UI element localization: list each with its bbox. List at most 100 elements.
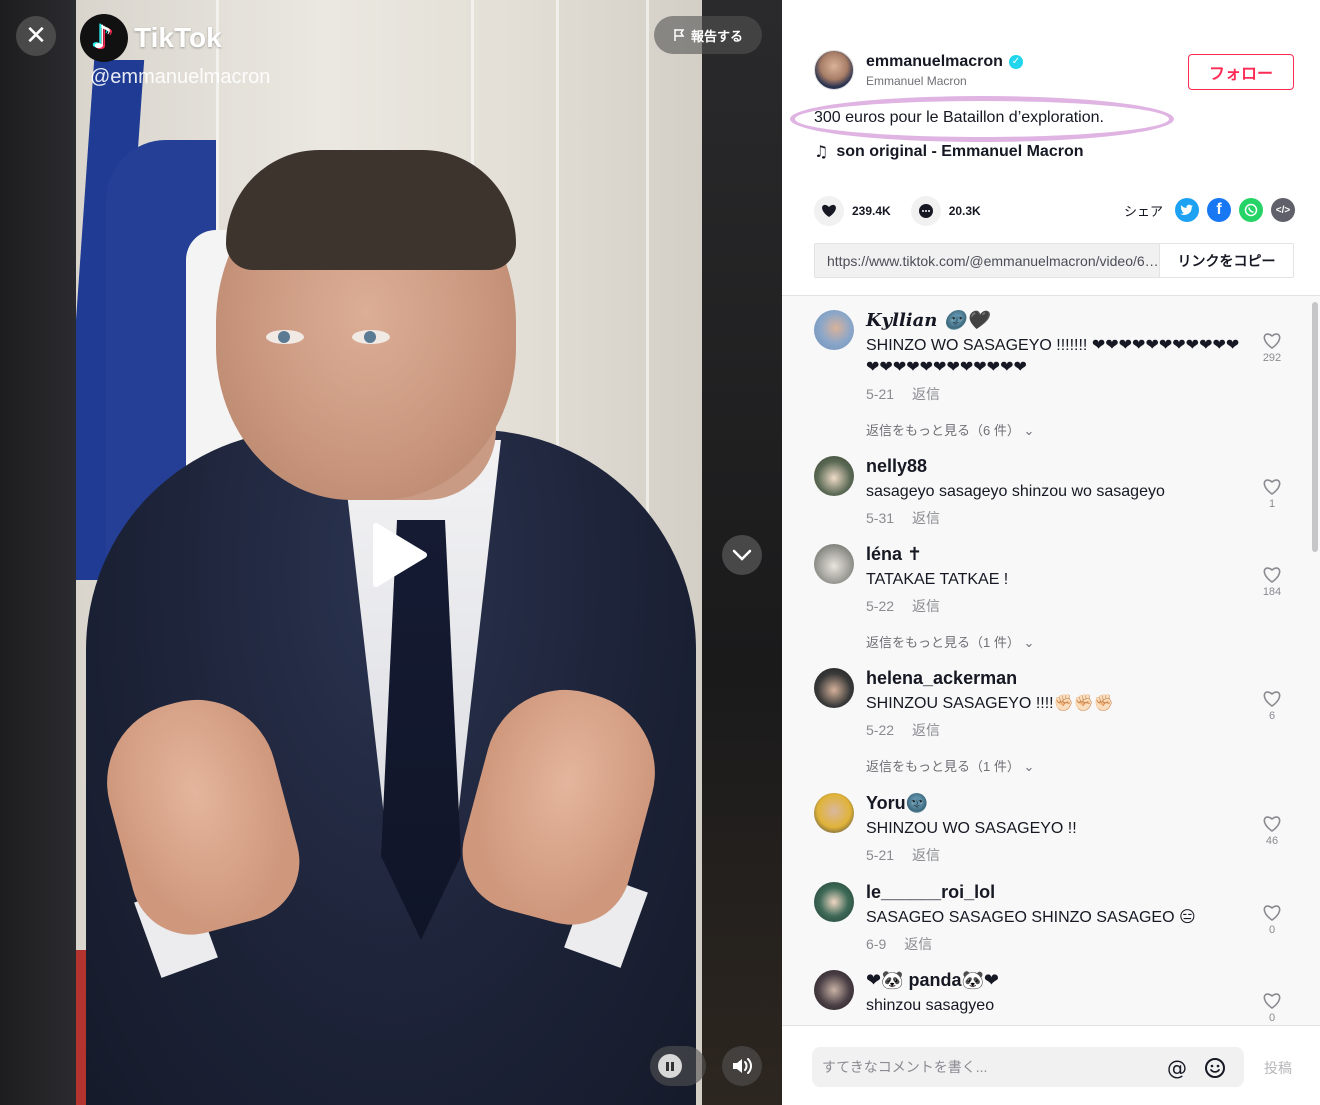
comment-button[interactable]: 20.3K [910,196,981,226]
pause-icon [658,1054,682,1078]
comment-item: Yoru🌚 SHINZOU WO SASAGEYO !! 5-21 返信 46 [814,793,1288,863]
comment-meta: 5-22 返信 [866,596,940,616]
heart-outline-icon [1263,567,1281,583]
avatar[interactable] [814,544,854,584]
view-more-replies[interactable]: 返信をもっと見る（1 件） ⌄ [866,632,1034,651]
reply-button[interactable]: 返信 [912,598,940,614]
mention-icon[interactable]: @ [1166,1056,1188,1080]
share-link-box: https://www.tiktok.com/@emmanuelmacron/v… [814,243,1294,278]
tiktok-logo-icon [80,14,128,62]
twitter-icon[interactable] [1175,198,1200,222]
report-label: 報告する [690,28,743,44]
facebook-icon[interactable]: f [1207,198,1232,222]
embed-icon[interactable]: </> [1271,198,1296,222]
view-more-replies[interactable]: 返信をもっと見る（1 件） ⌄ [866,756,1034,775]
comment-item: léna ✝ TATAKAE TATKAE ! 5-22 返信 184 返信をもっ… [814,544,1288,654]
comments-list[interactable]: 𝑲𝒚𝒍𝒍𝒊𝒂𝒏 🌚🖤 SHINZO WO SASAGEYO !!!!!!! ❤❤… [782,295,1320,1025]
emoji-icon[interactable] [1204,1057,1226,1079]
comment-like[interactable]: 292 [1260,332,1284,364]
comment-like-count: 1 [1268,498,1276,510]
comment-text: TATAKAE TATKAE ! [866,571,1009,588]
comment-meta: 5-21 返信 [866,845,940,865]
reply-button[interactable]: 返信 [912,847,940,863]
avatar[interactable] [814,882,854,922]
comment-like-count: 184 [1262,586,1282,598]
comment-text: sasageyo sasageyo shinzou wo sasageyo [866,483,1165,500]
author-username[interactable]: emmanuelmacron [866,53,1003,71]
comment-meta: 5-22 返信 [866,720,940,740]
share-label: シェア [1124,203,1164,219]
whatsapp-icon[interactable] [1239,198,1264,222]
comment-like[interactable]: 46 [1260,815,1284,847]
post-button[interactable]: 投稿 [1264,1058,1292,1078]
avatar[interactable] [814,310,854,350]
comment-like[interactable]: 6 [1260,690,1284,722]
reply-button[interactable]: 返信 [912,510,940,526]
tiktok-video-page: ✕ TikTok @emmanuelmacron 報告する [0,0,1320,1105]
comment-date: 5-22 [866,598,895,614]
comment-like[interactable]: 1 [1260,478,1284,510]
comment-author[interactable]: léna ✝ [866,544,922,565]
volume-button[interactable] [722,1046,762,1086]
verified-icon: ✓ [1008,54,1023,69]
comment-text: SHINZOU SASAGEYO !!!!✊🏻✊🏻✊🏻 [866,695,1114,712]
comment-item: helena_ackerman SHINZOU SASAGEYO !!!!✊🏻✊… [814,668,1288,778]
avatar[interactable] [814,793,854,833]
comment-text: SHINZO WO SASAGEYO !!!!!!! ❤❤❤❤❤❤❤❤❤❤❤❤❤… [866,337,1240,376]
comment-item: 𝑲𝒚𝒍𝒍𝒊𝒂𝒏 🌚🖤 SHINZO WO SASAGEYO !!!!!!! ❤❤… [814,310,1288,450]
avatar[interactable] [814,50,854,90]
avatar[interactable] [814,970,854,1010]
heart-outline-icon [1263,691,1281,707]
avatar[interactable] [814,456,854,496]
chevron-down-icon: ⌄ [1023,759,1035,774]
comment-like-count: 6 [1268,710,1276,722]
music-note-icon: ♫ [814,142,829,161]
reply-button[interactable]: 返信 [912,722,940,738]
reply-button[interactable]: 返信 [904,936,932,952]
avatar[interactable] [814,668,854,708]
view-more-label: 返信をもっと見る（6 件） [866,423,1020,438]
watermark-handle: @emmanuelmacron [90,66,271,88]
comment-author[interactable]: ❤🐼 panda🐼❤ [866,970,999,991]
tiktok-logo-text: TikTok [134,22,222,53]
author-text: emmanuelmacron ✓ Emmanuel Macron [866,53,1023,88]
heart-outline-icon [1263,333,1281,349]
follow-button[interactable]: フォロー [1188,54,1294,90]
comment-like-count: 0 [1268,1012,1276,1024]
next-video-button[interactable] [722,535,762,575]
share-row: シェア f </> [1124,198,1296,222]
comment-meta: 6-9 返信 [866,934,932,954]
like-button[interactable]: 239.4K [814,196,891,226]
comment-bar: すてきなコメントを書く... @ 投稿 [782,1025,1320,1105]
comment-like-count: 46 [1265,835,1279,847]
music-title: son original - Emmanuel Macron [836,142,1084,160]
flag-icon [674,29,685,41]
view-more-replies[interactable]: 返信をもっと見る（6 件） ⌄ [866,420,1034,439]
comment-like[interactable]: 0 [1260,904,1284,936]
report-button[interactable]: 報告する [654,16,762,54]
comment-like[interactable]: 0 [1260,992,1284,1024]
comment-author[interactable]: le______roi_lol [866,882,995,903]
view-more-label: 返信をもっと見る（1 件） [866,759,1020,774]
music-link[interactable]: ♫ son original - Emmanuel Macron [814,142,1084,161]
video-description: 300 euros pour le Bataillon d’exploratio… [814,109,1104,126]
comment-like[interactable]: 184 [1260,566,1284,598]
comment-author[interactable]: nelly88 [866,456,927,477]
heart-outline-icon [1263,993,1281,1009]
comment-author[interactable]: Yoru🌚 [866,793,928,814]
speaker-eye [266,330,304,344]
author-info[interactable]: emmanuelmacron ✓ Emmanuel Macron [814,50,1023,90]
close-icon[interactable]: ✕ [16,16,56,56]
speaker-icon [733,1058,752,1074]
pause-toggle[interactable] [650,1046,706,1086]
scrollbar[interactable] [1312,302,1318,552]
comment-author[interactable]: 𝑲𝒚𝒍𝒍𝒊𝒂𝒏 🌚🖤 [866,310,988,331]
comment-like-count: 0 [1268,924,1276,936]
reply-button[interactable]: 返信 [912,386,940,402]
share-link-field[interactable]: https://www.tiktok.com/@emmanuelmacron/v… [815,253,1159,269]
heart-icon [814,196,844,226]
play-icon[interactable] [370,520,430,590]
comment-author[interactable]: helena_ackerman [866,668,1017,689]
copy-link-button[interactable]: リンクをコピー [1159,244,1293,277]
comment-item: nelly88 sasageyo sasageyo shinzou wo sas… [814,456,1288,526]
